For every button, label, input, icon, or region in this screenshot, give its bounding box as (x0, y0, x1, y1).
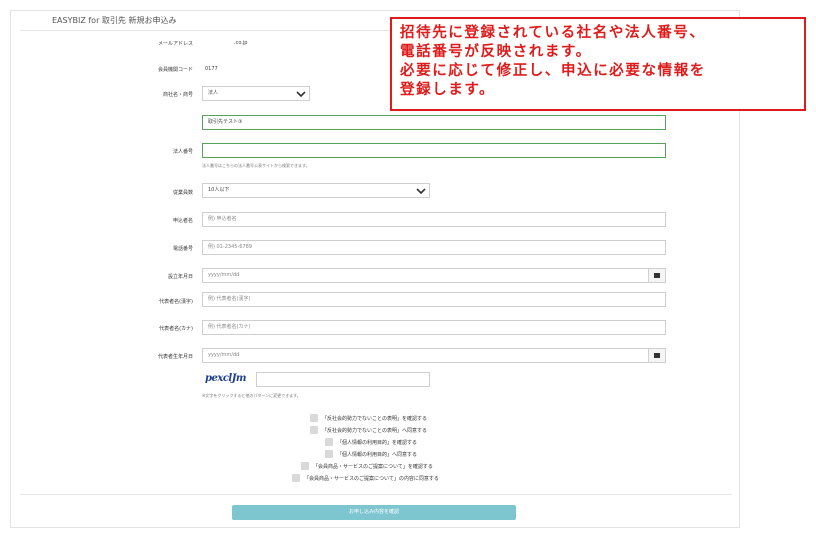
employees-label: 従業員数 (172, 190, 193, 196)
applicant-name-input[interactable]: 例) 申込者名 (202, 212, 666, 227)
employees-value: 10人以下 (208, 187, 230, 193)
captcha-image[interactable]: pexclJm (205, 373, 247, 384)
rep-name-kana-input[interactable]: 例) 代表者名(カナ) (202, 320, 666, 335)
callout-line: 登録します。 (400, 82, 496, 98)
agreement-label[interactable]: 「会員商品・サービスのご提案について」を確認する (313, 463, 433, 470)
checkbox[interactable] (325, 450, 333, 458)
confirm-button[interactable]: お申し込み内容を確認 (232, 505, 516, 520)
calendar-icon[interactable] (648, 269, 665, 282)
page-title: EASYBIZ for 取引先 新規お申込み (52, 16, 177, 25)
corp-number-hint[interactable]: 法人番号はこちらの法人番号公表サイトから検索できます。 (202, 163, 310, 169)
member-code-value: 0177 (205, 66, 218, 72)
agreement-row[interactable]: 「個人情報の利用目的」を確認する (325, 438, 417, 446)
company-label: 商社名・商号 (162, 92, 193, 98)
checkbox[interactable] (292, 474, 300, 482)
agreement-row[interactable]: 「反社会的勢力でないことの表明」へ同意する (310, 426, 427, 434)
member-code-label: 会員機関コード (157, 67, 193, 73)
chevron-down-icon (296, 91, 306, 98)
callout-line: 必要に応じて修正し、申込に必要な情報を (400, 63, 706, 79)
calendar-icon[interactable] (648, 349, 665, 362)
agreement-row[interactable]: 「会員商品・サービスのご提案について」の内容に同意する (292, 474, 439, 482)
footer-divider (20, 494, 732, 495)
corp-number-input[interactable] (202, 143, 666, 158)
agreement-row[interactable]: 「反社会的勢力でないことの表明」を確認する (310, 414, 427, 422)
rep-birthdate-placeholder: yyyy/mm/dd (208, 352, 240, 358)
checkbox[interactable] (325, 438, 333, 446)
annotation-callout: 招待先に登録されている社名や法人番号、 電話番号が反映されます。 必要に応じて修… (390, 17, 806, 111)
agreement-label[interactable]: 「反社会的勢力でないことの表明」へ同意する (322, 427, 427, 434)
email-label: メールアドレス (157, 41, 193, 47)
agreement-label[interactable]: 「個人情報の利用目的」へ同意する (337, 451, 417, 458)
email-value: .co.jp (234, 40, 248, 46)
rep-name-kanji-label: 代表者名(漢字) (159, 299, 193, 305)
applicant-name-label: 申込者名 (172, 218, 193, 224)
rep-name-kanji-input[interactable]: 例) 代表者名(漢字) (202, 292, 666, 307)
founded-date-input[interactable]: yyyy/mm/dd (202, 268, 666, 283)
employees-select[interactable]: 10人以下 (202, 183, 430, 198)
rep-name-kana-label: 代表者名(カナ) (159, 326, 193, 332)
agreement-label[interactable]: 「個人情報の利用目的」を確認する (337, 439, 417, 446)
checkbox[interactable] (310, 426, 318, 434)
phone-label: 電話番号 (172, 246, 193, 252)
company-name-input[interactable]: 取引先テスト③ (202, 115, 666, 130)
checkbox[interactable] (310, 414, 318, 422)
checkbox[interactable] (301, 462, 309, 470)
chevron-down-icon (416, 188, 426, 195)
founded-label: 設立年月日 (167, 274, 193, 280)
company-type-value: 法人 (208, 90, 219, 96)
rep-birthdate-label: 代表者生年月日 (157, 354, 193, 360)
phone-input[interactable]: 例) 01-2345-6789 (202, 240, 666, 255)
callout-line: 電話番号が反映されます。 (400, 44, 592, 60)
agreement-label[interactable]: 「会員商品・サービスのご提案について」の内容に同意する (304, 475, 439, 482)
agreement-row[interactable]: 「個人情報の利用目的」へ同意する (325, 450, 417, 458)
rep-birthdate-input[interactable]: yyyy/mm/dd (202, 348, 666, 363)
agreement-label[interactable]: 「反社会的勢力でないことの表明」を確認する (322, 415, 427, 422)
corp-number-label: 法人番号 (172, 149, 193, 155)
founded-date-placeholder: yyyy/mm/dd (208, 272, 240, 278)
agreement-row[interactable]: 「会員商品・サービスのご提案について」を確認する (301, 462, 433, 470)
callout-line: 招待先に登録されている社名や法人番号、 (400, 25, 706, 41)
captcha-hint: ※文字をクリックすると他のパターンに変更できます。 (202, 393, 301, 398)
company-type-select[interactable]: 法人 (202, 86, 310, 101)
captcha-input[interactable] (256, 372, 430, 387)
